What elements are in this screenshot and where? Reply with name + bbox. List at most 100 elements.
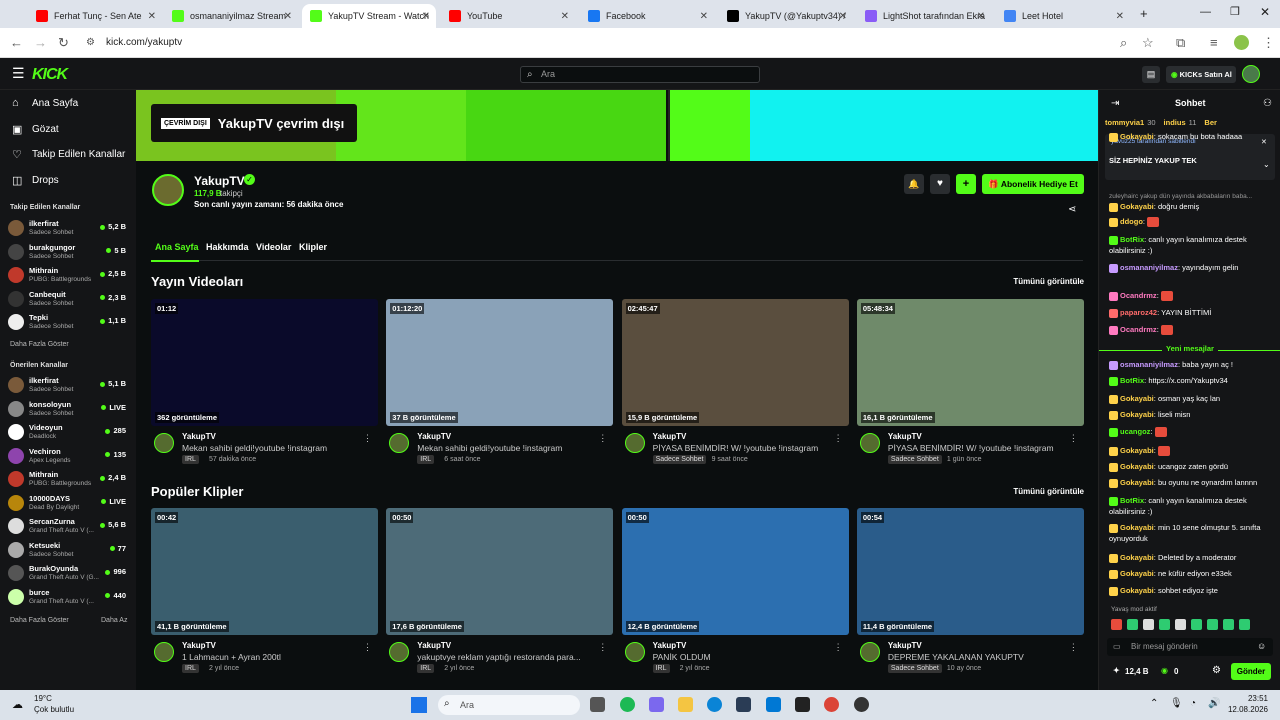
category-tag[interactable]: IRL <box>417 455 435 464</box>
channel-avatar[interactable] <box>624 433 645 453</box>
emote-icon[interactable] <box>1223 619 1234 630</box>
browser-tab[interactable]: Ferhat Tunç - Sen Ate ✕ <box>28 4 162 28</box>
sidebar-channel[interactable]: 10000DAYS Dead By Daylight LIVE <box>8 493 130 517</box>
category-tag[interactable]: IRL <box>182 455 199 464</box>
sidebar-channel[interactable]: Canbequit Sadece Sohbet 2,3 B <box>8 289 130 313</box>
sidebar-channel[interactable]: Mithrain PUBG: Battlegrounds 2,5 B <box>8 265 130 289</box>
category-tag[interactable]: Sadece Sohbet <box>887 455 942 464</box>
tab-close-icon[interactable]: ✕ <box>977 11 985 22</box>
extensions-icon[interactable]: ⧉ <box>1176 35 1185 51</box>
task-view-icon[interactable] <box>590 697 605 712</box>
chat-username[interactable]: osmananiyilmaz <box>1120 263 1178 272</box>
weather-temp[interactable]: 19°C <box>34 694 52 703</box>
chat-username[interactable]: osmananiyilmaz <box>1120 360 1178 369</box>
emote-icon[interactable] <box>1159 619 1170 630</box>
channel-avatar[interactable] <box>624 642 645 662</box>
video-title[interactable]: Mekan sahibi geldi!youtube !instagram <box>417 443 607 453</box>
copilot-icon[interactable] <box>649 697 664 712</box>
clock-time[interactable]: 23:51 <box>1248 694 1268 703</box>
sidebar-channel[interactable]: burce Grand Theft Auto V (... 440 <box>8 587 130 611</box>
browser-tab[interactable]: LightShot tarafından Ekra ✕ <box>857 4 991 28</box>
follow-heart-icon[interactable]: ♥ <box>930 174 950 194</box>
video-channel[interactable]: YakupTV <box>653 432 687 441</box>
video-channel[interactable]: YakupTV <box>182 641 216 650</box>
chat-username[interactable]: Gokayabi <box>1120 462 1154 471</box>
taskbar-search[interactable]: ⌕ Ara <box>438 695 580 715</box>
emote-icon[interactable] <box>1239 619 1250 630</box>
video-channel[interactable]: YakupTV <box>417 641 451 650</box>
browser-tab[interactable]: osmananiyilmaz Stream ✕ <box>164 4 298 28</box>
video-thumbnail[interactable]: 00:50 17,6 B görüntüleme <box>386 508 614 635</box>
tab-close-icon[interactable]: ✕ <box>422 11 430 22</box>
category-tag[interactable]: Sadece Sohbet <box>652 455 707 464</box>
video-thumbnail[interactable]: 00:50 12,4 B görüntüleme <box>621 508 849 635</box>
channel-tab[interactable]: Ana Sayfa <box>155 242 199 252</box>
video-thumbnail[interactable]: 05:48:34 16,1 B görüntüleme <box>856 299 1084 426</box>
video-channel[interactable]: YakupTV <box>182 432 216 441</box>
audio-app-icon[interactable] <box>795 697 810 712</box>
chat-username[interactable]: Ocandrmz <box>1120 291 1157 300</box>
sidebar-nav-item[interactable]: ⌂ Ana Sayfa <box>12 97 78 109</box>
back-icon[interactable]: ← <box>10 35 23 50</box>
start-button[interactable] <box>411 697 427 713</box>
more-options-icon[interactable]: ⋮ <box>1069 433 1078 444</box>
show-more-recommended[interactable]: Daha Fazla Göster <box>10 617 69 624</box>
sidebar-channel[interactable]: ilkerfirat Sadece Sohbet 5,2 B <box>8 218 130 242</box>
chat-username[interactable]: BotRix <box>1120 235 1144 244</box>
mail-icon[interactable] <box>766 697 781 712</box>
top-gifter[interactable]: Ber <box>1204 118 1220 127</box>
send-button[interactable]: Gönder <box>1231 663 1271 680</box>
category-tag[interactable]: IRL <box>182 664 199 673</box>
channel-avatar[interactable] <box>152 174 184 206</box>
sidebar-nav-item[interactable]: ♡ Takip Edilen Kanallar <box>12 148 125 161</box>
chat-username[interactable]: Gokayabi <box>1120 586 1154 595</box>
chat-username[interactable]: Ocandrmz <box>1120 325 1157 334</box>
search-input[interactable]: ⌕ Ara <box>520 66 760 83</box>
video-thumbnail[interactable]: 01:12:20 37 B görüntüleme <box>386 299 614 426</box>
tab-close-icon[interactable]: ✕ <box>561 11 569 22</box>
tray-chevron-icon[interactable]: ⌃ <box>1150 698 1158 709</box>
show-more-followed[interactable]: Daha Fazla Göster <box>10 341 69 348</box>
emote-icon[interactable] <box>1111 619 1122 630</box>
gift-sub-button[interactable]: 🎁 Abonelik Hediye Et <box>982 174 1084 194</box>
video-channel[interactable]: YakupTV <box>653 641 687 650</box>
category-tag[interactable]: Sadece Sohbet <box>887 664 942 673</box>
category-tag[interactable]: IRL <box>417 664 435 673</box>
chat-username[interactable]: BotRix <box>1120 496 1144 505</box>
edge-icon[interactable] <box>707 697 722 712</box>
video-thumbnail[interactable]: 00:42 41,1 B görüntüleme <box>151 508 378 635</box>
videos-see-all[interactable]: Tümünü görüntüle <box>1013 277 1084 286</box>
category-tag[interactable]: IRL <box>652 664 670 673</box>
media-icon[interactable]: ≡ <box>1210 35 1218 50</box>
sidebar-channel[interactable]: Mithrain PUBG: Battlegrounds 2,4 B <box>8 469 130 493</box>
site-info-icon[interactable]: ⚙ <box>86 37 95 48</box>
chat-username[interactable]: Gokayabi <box>1120 446 1154 455</box>
channel-tab[interactable]: Klipler <box>299 242 327 252</box>
volume-icon[interactable]: 🔊 <box>1208 698 1220 709</box>
minimize-button[interactable]: — <box>1200 6 1211 18</box>
network-icon[interactable]: ◔ <box>1190 698 1196 709</box>
chat-username[interactable]: Gokayabi <box>1120 132 1154 141</box>
channel-avatar[interactable] <box>154 433 174 453</box>
calculator-icon[interactable] <box>736 697 751 712</box>
tab-close-icon[interactable]: ✕ <box>284 11 292 22</box>
chat-username[interactable]: Gokayabi <box>1120 523 1154 532</box>
channel-tab[interactable]: Videolar <box>256 242 291 252</box>
obs-icon[interactable] <box>854 697 869 712</box>
channel-avatar[interactable] <box>154 642 174 662</box>
emote-icon[interactable] <box>1175 619 1186 630</box>
browser-tab[interactable]: YakupTV Stream - Watch ✕ <box>302 4 436 28</box>
video-thumbnail[interactable]: 00:54 11,4 B görüntüleme <box>856 508 1084 635</box>
sidebar-channel[interactable]: Vechiron Apex Legends 135 <box>8 446 130 470</box>
more-options-icon[interactable]: ⋮ <box>598 433 607 444</box>
video-channel[interactable]: YakupTV <box>888 432 922 441</box>
chat-username[interactable]: ddogo <box>1120 217 1143 226</box>
share-icon[interactable]: ⋖ <box>1068 204 1076 215</box>
channel-points-icon[interactable]: ✦ <box>1113 666 1120 675</box>
clips-see-all[interactable]: Tümünü görüntüle <box>1013 487 1084 496</box>
collapse-chat-icon[interactable]: ⇥ <box>1111 98 1119 109</box>
chat-username[interactable]: Gokayabi <box>1120 569 1154 578</box>
buy-kicks-button[interactable]: ◉ KICKs Satın Al <box>1166 66 1236 83</box>
url-field[interactable]: kick.com/yakuptv <box>106 37 182 48</box>
video-title[interactable]: yakuptvye reklam yaptığı restoranda para… <box>417 652 607 662</box>
